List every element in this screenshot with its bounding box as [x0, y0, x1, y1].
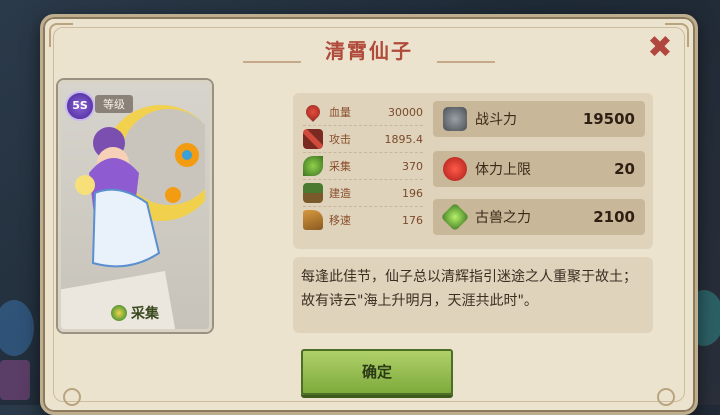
hero-portrait — [75, 105, 205, 268]
build-hammer-icon — [303, 183, 323, 203]
heart-icon — [443, 157, 467, 181]
present-decoration — [0, 360, 30, 400]
confirm-button[interactable]: 确定 — [301, 349, 453, 395]
hero-description: 每逢此佳节，仙子总以清辉指引迷途之人重聚于故土；故有诗云"海上升明月，天涯共此时… — [301, 269, 637, 309]
level-label: 等级 — [95, 95, 133, 113]
stat-value: 1895.4 — [384, 132, 424, 146]
hero-role-label: 采集 — [131, 306, 159, 322]
sword-icon — [303, 129, 323, 149]
big-stat-value: 2100 — [593, 208, 635, 226]
stat-label: 移速 — [329, 214, 351, 227]
stat-list: 血量 30000 攻击 1895.4 采集 370 建造 196 移速 176 — [303, 99, 423, 233]
big-stat-label: 战斗力 — [475, 112, 517, 128]
footer-ornament — [657, 388, 675, 406]
big-stat-label: 古兽之力 — [475, 210, 531, 226]
big-stat-value: 20 — [614, 160, 635, 178]
hero-card: 5S 等级 采集 — [58, 80, 212, 332]
stat-row-attack: 攻击 1895.4 — [303, 126, 423, 153]
green-gem-icon — [440, 202, 470, 232]
stat-value: 370 — [402, 159, 423, 173]
big-stat-stamina: 体力上限 20 — [433, 151, 645, 187]
stat-label: 攻击 — [329, 133, 351, 146]
stat-value: 30000 — [388, 105, 423, 119]
boot-icon — [303, 210, 323, 230]
stat-row-gather: 采集 370 — [303, 153, 423, 180]
stat-label: 建造 — [329, 187, 351, 200]
big-stat-value: 19500 — [582, 110, 635, 128]
stat-row-build: 建造 196 — [303, 180, 423, 207]
big-stat-label: 体力上限 — [475, 162, 531, 178]
big-stat-beast-power: 古兽之力 2100 — [433, 199, 645, 235]
stat-value: 176 — [402, 213, 423, 227]
stats-panel: 血量 30000 攻击 1895.4 采集 370 建造 196 移速 176 … — [293, 93, 653, 249]
dialog-title: 清霄仙子 — [325, 39, 413, 63]
big-stat-power: 战斗力 19500 — [433, 101, 645, 137]
description-panel: 每逢此佳节，仙子总以清辉指引迷途之人重聚于故土；故有诗云"海上升明月，天涯共此时… — [293, 257, 653, 333]
close-icon[interactable]: ✖ — [645, 33, 675, 63]
stat-label: 血量 — [329, 106, 351, 119]
stat-row-speed: 移速 176 — [303, 207, 423, 233]
stat-label: 采集 — [329, 160, 351, 173]
blood-drop-icon — [303, 102, 323, 122]
balloon-decoration — [0, 300, 34, 356]
stat-value: 196 — [402, 186, 423, 200]
fist-icon — [443, 107, 467, 131]
hero-role: 采集 — [61, 303, 209, 323]
gather-leaf-icon — [303, 156, 323, 176]
gather-leaf-icon — [111, 305, 127, 321]
footer-ornament — [63, 388, 81, 406]
level-badge: 5S — [65, 91, 95, 121]
stat-row-hp: 血量 30000 — [303, 99, 423, 126]
